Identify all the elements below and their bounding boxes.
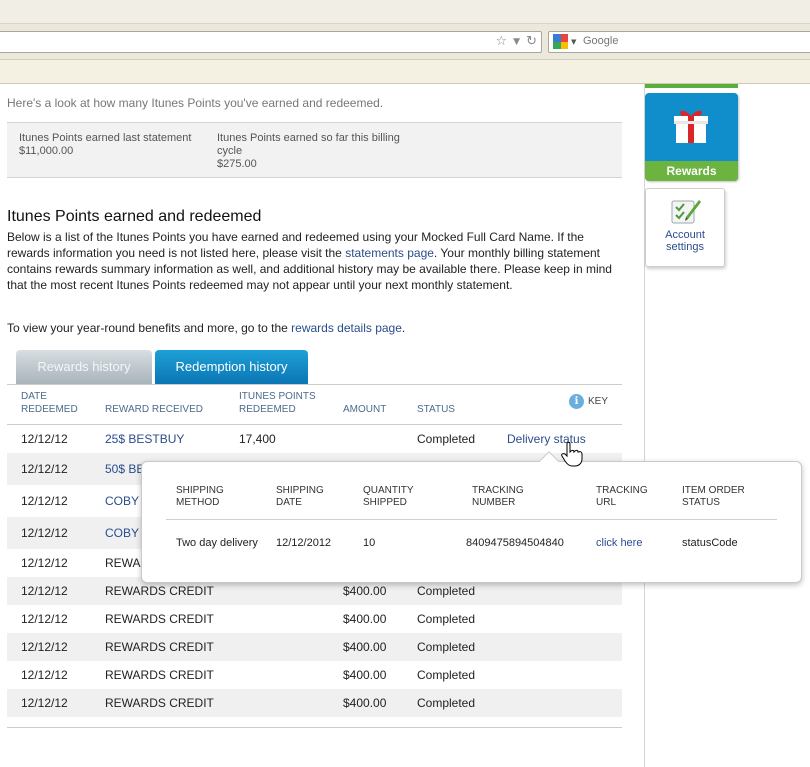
- search-input[interactable]: [583, 35, 803, 47]
- cell-date: 12/12/12: [21, 640, 68, 654]
- header-date: DATE REDEEMED: [21, 391, 78, 415]
- last-statement-summary: Itunes Points earned last statement $11,…: [19, 132, 209, 158]
- popover-divider: [166, 519, 777, 520]
- popover-header-shipping-method: SHIPPING METHOD: [176, 485, 224, 508]
- intro-text: Here's a look at how many Itunes Points …: [7, 96, 384, 110]
- cell-reward[interactable]: 25$ BESTBUY: [105, 425, 184, 453]
- cell-date: 12/12/12: [21, 432, 68, 446]
- view-text-2: .: [401, 321, 406, 335]
- points-summary: Itunes Points earned last statement $11,…: [7, 122, 622, 178]
- main-content: Here's a look at how many Itunes Points …: [0, 84, 645, 767]
- info-icon: i: [569, 394, 584, 409]
- key-legend[interactable]: i KEY: [569, 394, 608, 409]
- table-row: 12/12/12 REWARDS CREDIT $400.00 Complete…: [7, 689, 622, 717]
- table-header: DATE REDEEMED REWARD RECEIVED ITUNES POI…: [7, 390, 622, 420]
- view-benefits-text: To view your year-round benefits and mor…: [7, 321, 617, 335]
- header-status: STATUS: [417, 404, 455, 415]
- cell-status: Completed: [417, 668, 476, 682]
- view-text-1: To view your year-round benefits and mor…: [7, 321, 292, 335]
- cell-date: 12/12/12: [21, 668, 68, 682]
- history-tabs: Rewards history Redemption history: [16, 350, 308, 384]
- section-description: Below is a list of the Itunes Points you…: [7, 229, 617, 293]
- table-row: 12/12/12 REWARDS CREDIT $400.00 Complete…: [7, 661, 622, 689]
- rewards-details-link[interactable]: rewards details page: [291, 321, 402, 335]
- cell-reward: REWARDS CREDIT: [105, 612, 214, 626]
- statements-page-link[interactable]: statements page: [345, 246, 434, 260]
- table-bottom-divider: [7, 727, 622, 728]
- popover-shipping-date: 12/12/2012: [276, 537, 332, 549]
- popover-header-shipping-date: SHIPPING DATE: [276, 485, 324, 508]
- gift-icon: [674, 110, 708, 143]
- header-amount: AMOUNT: [343, 404, 387, 415]
- cell-status: Completed: [417, 432, 476, 446]
- cell-reward: REWARDS CREDIT: [105, 668, 214, 682]
- dropdown-arrow-icon[interactable]: ▼: [513, 37, 520, 47]
- rewards-tile-label: Rewards: [645, 161, 738, 181]
- page-header-strip: [0, 60, 810, 84]
- cell-reward: REWARDS CREDIT: [105, 640, 214, 654]
- section-title: Itunes Points earned and redeemed: [7, 208, 262, 225]
- delivery-status-popover: SHIPPING METHOD SHIPPING DATE QUANTITY S…: [141, 451, 802, 583]
- cell-amount: $400.00: [343, 696, 387, 710]
- tab-redemption-history[interactable]: Redemption history: [155, 350, 308, 384]
- search-bar[interactable]: ▼: [548, 31, 810, 53]
- table-row: 12/12/12 25$ BESTBUY 17,400 Completed De…: [7, 425, 622, 453]
- chevron-down-icon: ▼: [571, 37, 577, 46]
- cell-date: 12/12/12: [21, 696, 68, 710]
- popover-quantity-shipped: 10: [363, 537, 376, 549]
- popover-header-item-order-status: ITEM ORDER STATUS: [682, 485, 745, 508]
- reload-icon[interactable]: ↻: [526, 34, 537, 49]
- header-reward: REWARD RECEIVED: [105, 404, 203, 415]
- table-row: 12/12/12 REWARDS CREDIT $400.00 Complete…: [7, 633, 622, 661]
- cell-points: 17,400: [239, 432, 276, 446]
- tracking-click-here-link[interactable]: click here: [596, 537, 642, 549]
- search-engine-selector[interactable]: ▼: [553, 34, 576, 49]
- tab-rewards-history[interactable]: Rewards history: [16, 350, 152, 384]
- cell-reward: REWARDS CREDIT: [105, 696, 214, 710]
- cell-reward[interactable]: COBY: [105, 517, 139, 549]
- account-settings-label: Account settings: [665, 229, 705, 253]
- cell-date: 12/12/12: [21, 526, 68, 540]
- last-statement-value: $11,000.00: [19, 145, 74, 157]
- cell-amount: $400.00: [343, 668, 387, 682]
- table-row: 12/12/12 REWARDS CREDIT $400.00 Complete…: [7, 605, 622, 633]
- settings-checklist-icon: [671, 200, 701, 224]
- account-settings-tile[interactable]: Account settings: [645, 188, 725, 267]
- cell-date: 12/12/12: [21, 612, 68, 626]
- hand-cursor-icon: [561, 441, 583, 467]
- cell-status: Completed: [417, 696, 476, 710]
- popover-header-quantity-shipped: QUANTITY SHIPPED: [363, 485, 414, 508]
- billing-cycle-label: Itunes Points earned so far this billing…: [217, 132, 400, 157]
- cell-amount: $400.00: [343, 640, 387, 654]
- popover-tracking-number: 8409475894504840: [466, 537, 564, 549]
- cell-status: Completed: [417, 612, 476, 626]
- last-statement-label: Itunes Points earned last statement: [19, 132, 192, 144]
- popover-header-tracking-number: TRACKING NUMBER: [472, 485, 524, 508]
- cell-amount: $400.00: [343, 612, 387, 626]
- google-icon: [553, 34, 568, 49]
- star-icon[interactable]: ☆: [496, 34, 508, 49]
- cell-date: 12/12/12: [21, 462, 68, 476]
- cell-reward[interactable]: 50$ BE: [105, 453, 144, 485]
- url-bar[interactable]: ☆ ▼ ↻: [0, 31, 542, 53]
- header-points: ITUNES POINTS REDEEMED: [239, 391, 316, 415]
- tabs-divider: [7, 384, 622, 385]
- sidebar-accent: [645, 84, 738, 88]
- browser-toolbar: ☆ ▼ ↻ ▼: [0, 24, 810, 60]
- cell-reward[interactable]: COBY: [105, 485, 139, 517]
- popover-header-tracking-url: TRACKING URL: [596, 485, 648, 508]
- cell-date: 12/12/12: [21, 556, 68, 570]
- browser-title-strip: [0, 0, 810, 24]
- popover-shipping-method: Two day delivery: [176, 537, 258, 549]
- billing-cycle-summary: Itunes Points earned so far this billing…: [217, 132, 407, 171]
- billing-cycle-value: $275.00: [217, 158, 257, 170]
- rewards-nav-tile[interactable]: Rewards: [645, 93, 738, 181]
- cell-status: Completed: [417, 640, 476, 654]
- key-label: KEY: [588, 396, 609, 407]
- cell-date: 12/12/12: [21, 494, 68, 508]
- cell-date: 12/12/12: [21, 584, 68, 598]
- popover-item-order-status: statusCode: [682, 537, 738, 549]
